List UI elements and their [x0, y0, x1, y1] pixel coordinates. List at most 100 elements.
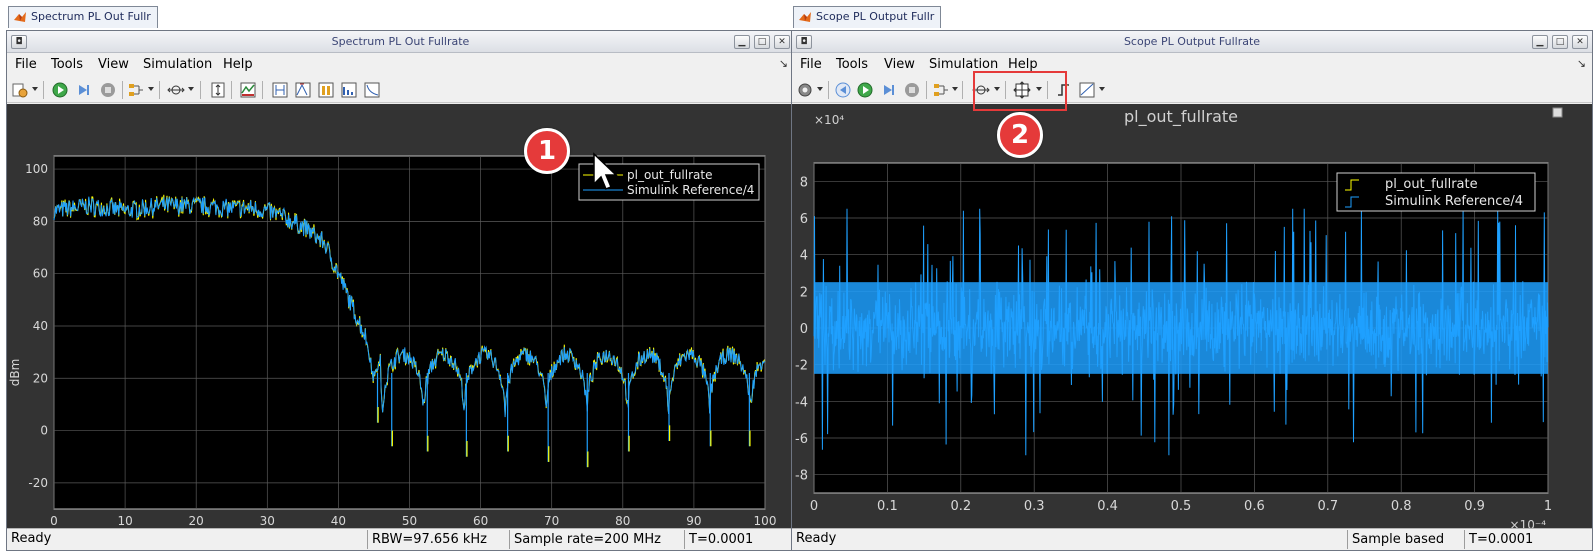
x-tick-label: 0: [810, 499, 818, 514]
x-tick-label: 80: [615, 514, 630, 528]
y-tick-label: 2: [800, 285, 808, 300]
callout-badge: 2: [997, 112, 1043, 158]
status-mode: Sample based: [1347, 530, 1444, 549]
chevron-down-icon[interactable]: [817, 87, 823, 91]
run-icon[interactable]: [51, 81, 69, 99]
chevron-down-icon[interactable]: [952, 87, 958, 91]
settings-icon[interactable]: [11, 81, 29, 99]
menu-tools[interactable]: Tools: [836, 57, 868, 73]
x-tick-label: 50: [402, 514, 417, 528]
x-tick-label: 40: [331, 514, 346, 528]
status-ready: Ready: [796, 531, 837, 546]
minimize-button[interactable]: ▁: [734, 35, 750, 49]
step-back-icon[interactable]: [834, 81, 852, 99]
window-frame: ◘ Scope PL Output Fullrate ▁ □ ✕ File To…: [791, 30, 1593, 551]
status-rbw: RBW=97.656 kHz: [367, 530, 487, 549]
signal-selector-icon[interactable]: [932, 81, 950, 99]
menu-file[interactable]: File: [800, 57, 822, 73]
toolbar: [7, 77, 794, 103]
y-tick-label: 100: [25, 162, 48, 176]
menu-help[interactable]: Help: [223, 57, 253, 73]
minimize-button[interactable]: ▁: [1532, 35, 1548, 49]
tab-title: Scope PL Output Fullr: [816, 10, 935, 23]
spectrum-window-tab[interactable]: Spectrum PL Out Fullr: [8, 6, 158, 28]
menu-file[interactable]: File: [15, 57, 37, 73]
cursor-measurements-icon[interactable]: [271, 81, 289, 99]
signal-selector-icon[interactable]: [127, 81, 145, 99]
x-tick-label: 60: [473, 514, 488, 528]
undock-icon[interactable]: ↘: [779, 57, 788, 70]
scope-window: Scope PL Output Fullr ◘ Scope PL Output …: [791, 0, 1595, 557]
menu-view[interactable]: View: [98, 57, 129, 73]
toolbar: [792, 77, 1592, 103]
plot-area[interactable]: 0102030405060708090100-20020406080100Fre…: [7, 104, 794, 541]
chevron-down-icon[interactable]: [1099, 87, 1105, 91]
run-icon[interactable]: [856, 81, 874, 99]
spectrum-settings-icon[interactable]: [239, 81, 257, 99]
chevron-down-icon[interactable]: [188, 87, 194, 91]
title-bar[interactable]: ◘ Spectrum PL Out Fullrate ▁ □ ✕: [7, 31, 794, 53]
x-tick-label: 0.5: [1171, 499, 1192, 514]
ccdf-measurements-icon[interactable]: [363, 81, 381, 99]
chevron-down-icon[interactable]: [148, 87, 154, 91]
y-tick-label: 80: [33, 214, 48, 228]
y-tick-label: 0: [40, 424, 48, 438]
y-tick-label: 4: [800, 249, 808, 264]
y-tick-label: -8: [795, 469, 808, 484]
scope-window-tab[interactable]: Scope PL Output Fullr: [793, 6, 942, 28]
status-ready: Ready: [11, 531, 52, 546]
stop-icon[interactable]: [99, 81, 117, 99]
maximize-button[interactable]: □: [754, 35, 770, 49]
close-button[interactable]: ✕: [1572, 35, 1588, 49]
x-tick-label: 0.6: [1244, 499, 1265, 514]
peak-finder-icon[interactable]: [294, 81, 312, 99]
status-bar: Ready Sample based T=0.0001: [792, 528, 1592, 550]
spectrum-chart[interactable]: 0102030405060708090100-20020406080100Fre…: [7, 104, 782, 541]
x-tick-label: 0.3: [1024, 499, 1045, 514]
x-tick-label: 10: [117, 514, 132, 528]
chevron-down-icon[interactable]: [32, 87, 38, 91]
x-tick-label: 0.8: [1391, 499, 1412, 514]
y-tick-label: 6: [800, 212, 808, 227]
x-tick-label: 0.4: [1097, 499, 1118, 514]
y-tick-label: 20: [33, 371, 48, 385]
menu-view[interactable]: View: [884, 57, 915, 73]
menu-bar: File Tools View Simulation Help ↘: [792, 54, 1592, 76]
x-tick-label: 0: [50, 514, 58, 528]
plot-area[interactable]: pl_out_fullrate ×10⁴ 0 0.1 0.2 0.3 0.4 0.5 0.6 0.…: [792, 104, 1592, 532]
menu-simulation[interactable]: Simulation: [143, 57, 212, 73]
distortion-measurements-icon[interactable]: [340, 81, 358, 99]
y-tick-label: 60: [33, 267, 48, 281]
window-frame: ◘ Spectrum PL Out Fullrate ▁ □ ✕ File To…: [6, 30, 795, 551]
window-title: Spectrum PL Out Fullrate: [331, 35, 470, 48]
close-button[interactable]: ✕: [774, 35, 790, 49]
scale-axes-icon[interactable]: [209, 81, 227, 99]
status-bar: Ready RBW=97.656 kHz Sample rate=200 MHz…: [7, 528, 794, 550]
cursor-measurements-icon[interactable]: [1078, 81, 1096, 99]
window-title: Scope PL Output Fullrate: [1123, 35, 1261, 48]
stop-icon[interactable]: [903, 81, 921, 99]
y-tick-label: 8: [800, 175, 808, 190]
channel-measurements-icon[interactable]: [317, 81, 335, 99]
y-tick-label: -6: [795, 432, 808, 447]
x-tick-label: 0.2: [950, 499, 971, 514]
step-forward-icon[interactable]: [75, 81, 93, 99]
status-time: T=0.0001: [684, 530, 753, 549]
y-tick-label: 0: [800, 322, 808, 337]
legend-label: Simulink Reference/4: [627, 183, 754, 197]
y-tick-label: -20: [28, 476, 48, 490]
maximize-button[interactable]: □: [1552, 35, 1568, 49]
menu-tools[interactable]: Tools: [51, 57, 83, 73]
spectrum-window: Spectrum PL Out Fullr ◘ Spectrum PL Out …: [0, 0, 797, 557]
title-bar[interactable]: ◘ Scope PL Output Fullrate ▁ □ ✕: [792, 31, 1592, 53]
zoom-icon[interactable]: [167, 81, 185, 99]
gear-icon[interactable]: [796, 81, 814, 99]
x-tick-label: 0.7: [1317, 499, 1338, 514]
time-scope-chart[interactable]: pl_out_fullrate ×10⁴ 0 0.1 0.2 0.3 0.4 0.5 0.6 0.…: [792, 104, 1564, 541]
legend-label: pl_out_fullrate: [627, 168, 712, 182]
callout-badge: 1: [524, 128, 570, 174]
x-tick-label: 30: [260, 514, 275, 528]
x-tick-label: 90: [686, 514, 701, 528]
undock-icon[interactable]: ↘: [1577, 57, 1586, 70]
step-forward-icon[interactable]: [880, 81, 898, 99]
